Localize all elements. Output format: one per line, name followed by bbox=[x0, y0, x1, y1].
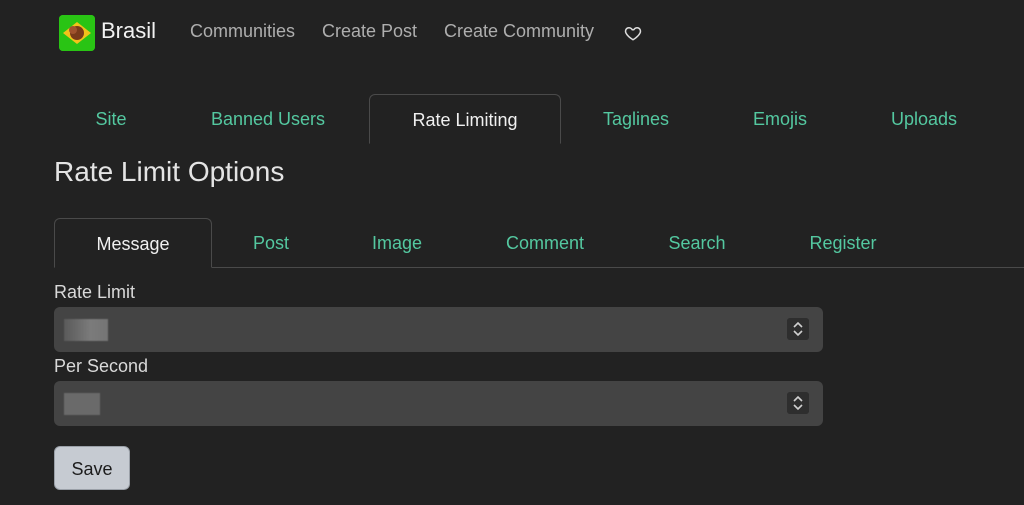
tab-message[interactable]: Message bbox=[54, 218, 212, 268]
brand-name[interactable]: Brasil bbox=[101, 18, 156, 44]
nav-create-community[interactable]: Create Community bbox=[444, 21, 594, 42]
per-second-input[interactable] bbox=[54, 381, 823, 426]
navbar: Brasil Communities Create Post Create Co… bbox=[0, 0, 1024, 64]
site-logo[interactable] bbox=[59, 15, 95, 51]
nav-communities[interactable]: Communities bbox=[190, 21, 295, 42]
tab-rate-limiting[interactable]: Rate Limiting bbox=[369, 94, 561, 144]
admin-tabs: Site Banned Users Rate Limiting Taglines… bbox=[0, 94, 1024, 144]
rate-limit-tabs: Message Post Image Comment Search Regist… bbox=[0, 218, 1024, 268]
per-second-label: Per Second bbox=[54, 356, 149, 376]
page-title: Rate Limit Options bbox=[54, 156, 285, 187]
number-stepper-icon[interactable] bbox=[787, 392, 809, 414]
tab-comment[interactable]: Comment bbox=[484, 218, 606, 268]
number-stepper-icon[interactable] bbox=[787, 318, 809, 340]
tab-post[interactable]: Post bbox=[228, 218, 314, 268]
rate-limit-input[interactable] bbox=[54, 307, 823, 352]
heart-icon[interactable] bbox=[624, 24, 642, 42]
tab-uploads[interactable]: Uploads bbox=[864, 94, 984, 144]
brasil-flag-icon bbox=[59, 15, 95, 51]
tab-register[interactable]: Register bbox=[788, 218, 898, 268]
save-button[interactable]: Save bbox=[54, 446, 130, 490]
redacted-value bbox=[64, 319, 108, 341]
redacted-value bbox=[64, 393, 100, 415]
tab-search[interactable]: Search bbox=[646, 218, 748, 268]
nav-create-post[interactable]: Create Post bbox=[322, 21, 417, 42]
tab-banned-users[interactable]: Banned Users bbox=[186, 94, 350, 144]
tab-taglines[interactable]: Taglines bbox=[580, 94, 692, 144]
rate-limit-label: Rate Limit bbox=[54, 282, 136, 302]
tab-site[interactable]: Site bbox=[52, 94, 170, 144]
tab-image[interactable]: Image bbox=[346, 218, 448, 268]
tab-emojis[interactable]: Emojis bbox=[720, 94, 840, 144]
